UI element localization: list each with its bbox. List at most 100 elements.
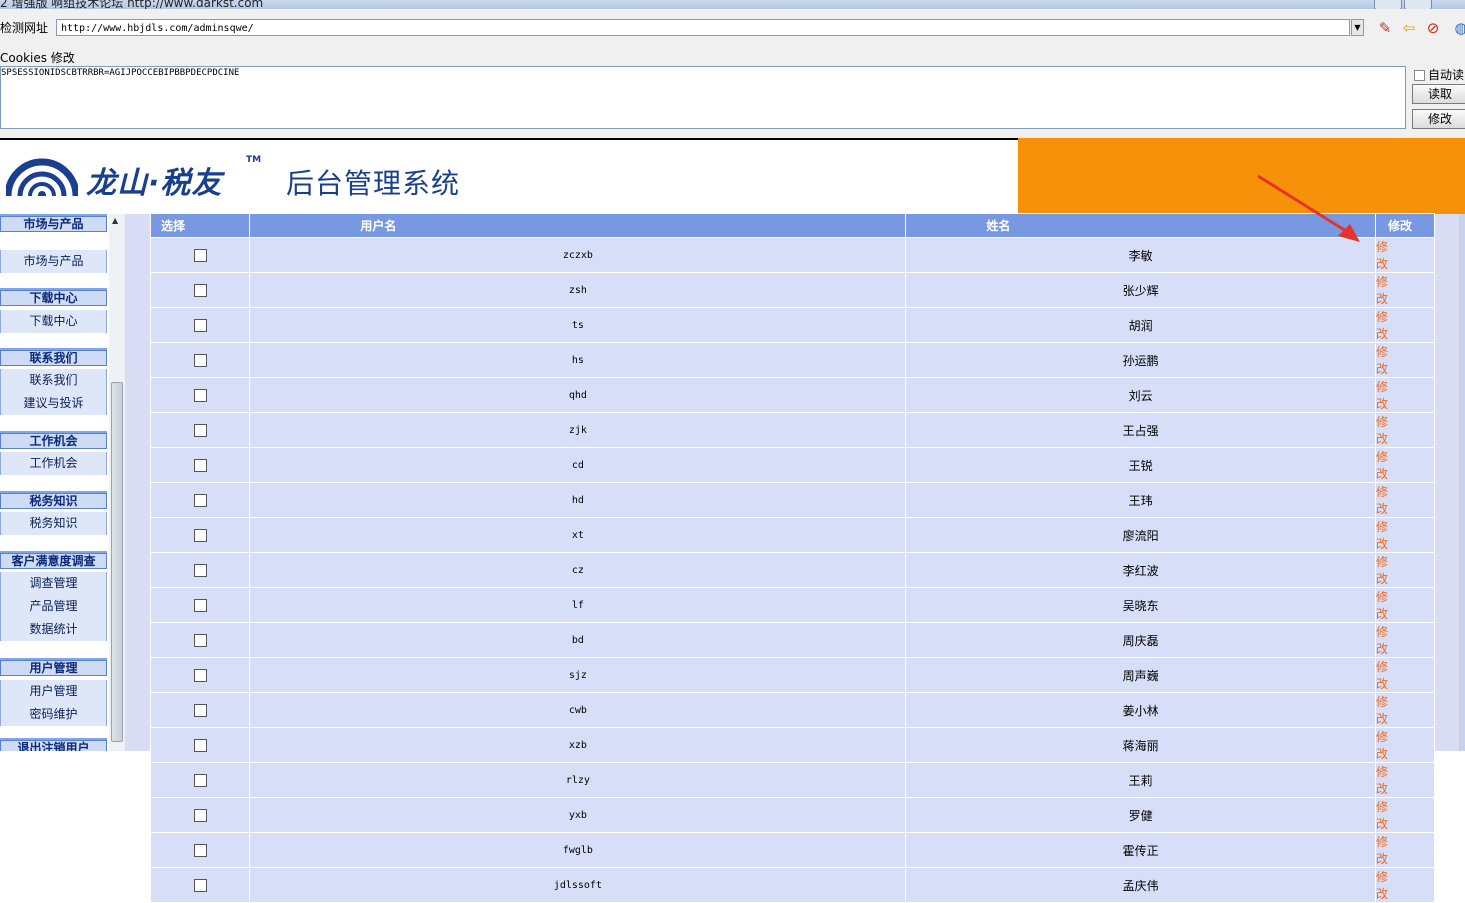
row-checkbox[interactable] [193, 354, 207, 367]
edit-link[interactable]: 修改 [1374, 692, 1436, 728]
scrollbar-thumb[interactable] [111, 382, 123, 742]
row-checkbox[interactable] [193, 879, 207, 892]
username-cell: fwglb [249, 832, 907, 868]
edit-link[interactable]: 修改 [1374, 237, 1436, 273]
menu-section-title[interactable]: 联系我们 [0, 350, 107, 366]
row-checkbox[interactable] [193, 389, 207, 402]
edit-link[interactable]: 修改 [1374, 307, 1436, 343]
url-label: 检测网址 [0, 21, 49, 35]
menu-section-title[interactable]: 税务知识 [0, 493, 107, 509]
menu-section-title[interactable]: 市场与产品 [0, 216, 107, 232]
window-title: 2 增强版 啊组技术论坛 http://www.darkst.com [0, 0, 264, 9]
window-title-bar: 2 增强版 啊组技术论坛 http://www.darkst.com [0, 0, 1465, 9]
row-checkbox[interactable] [193, 809, 207, 822]
menu-section-title[interactable]: 工作机会 [0, 433, 107, 449]
row-checkbox[interactable] [193, 739, 207, 752]
url-dropdown-button[interactable]: ▼ [1351, 19, 1364, 36]
row-checkbox[interactable] [193, 774, 207, 787]
edit-link[interactable]: 修改 [1374, 342, 1436, 378]
sidebar-item[interactable]: 工作机会 [0, 452, 107, 475]
trademark-mark: TM [246, 155, 262, 165]
sidebar-item[interactable]: 用户管理 [0, 680, 107, 703]
menu-section-header[interactable]: 用户管理 [0, 658, 107, 676]
row-checkbox[interactable] [193, 284, 207, 297]
sidebar-item[interactable]: 数据统计 [0, 618, 107, 641]
menu-section-header[interactable]: 下载中心 [0, 288, 107, 306]
page-scrollbar[interactable] [1459, 214, 1465, 751]
sidebar-item[interactable]: 建议与投诉 [0, 392, 107, 415]
url-input[interactable]: http://www.hbjdls.com/adminsqwe/ [56, 19, 1350, 36]
sidebar-item[interactable]: 市场与产品 [0, 250, 107, 273]
name-cell: 廖流阳 [905, 517, 1376, 553]
row-checkbox[interactable] [193, 424, 207, 437]
minimize-button[interactable] [1374, 0, 1402, 9]
back-arrow-icon[interactable]: ⇦ [1400, 19, 1418, 37]
stop-icon[interactable]: ⊘ [1424, 19, 1442, 37]
edit-link[interactable]: 修改 [1374, 377, 1436, 413]
edit-link[interactable]: 修改 [1374, 272, 1436, 308]
sidebar-item[interactable]: 调查管理 [0, 572, 107, 595]
row-checkbox[interactable] [193, 599, 207, 612]
edit-link[interactable]: 修改 [1374, 832, 1436, 868]
edit-link[interactable]: 修改 [1374, 517, 1436, 553]
sidebar-item[interactable]: 产品管理 [0, 595, 107, 618]
menu-section-title[interactable]: 用户管理 [0, 660, 107, 676]
sidebar-item[interactable]: 税务知识 [0, 512, 107, 535]
name-cell: 王锐 [905, 447, 1376, 483]
name-cell: 蒋海丽 [905, 727, 1376, 763]
row-checkbox[interactable] [193, 669, 207, 682]
menu-section-header[interactable]: 联系我们 [0, 348, 107, 366]
select-cell [149, 762, 251, 798]
edit-link[interactable]: 修改 [1374, 552, 1436, 588]
edit-link[interactable]: 修改 [1374, 447, 1436, 483]
table-row: cwb 姜小林 修改 [149, 692, 1436, 728]
sidebar-item[interactable]: 下载中心 [0, 310, 107, 333]
menu-section-header[interactable]: 市场与产品 [0, 214, 107, 232]
modify-cookie-button[interactable]: 修改 [1412, 109, 1465, 129]
menu-section-header[interactable]: 工作机会 [0, 431, 107, 449]
edit-link[interactable]: 修改 [1374, 762, 1436, 798]
row-checkbox[interactable] [193, 844, 207, 857]
name-cell: 王莉 [905, 762, 1376, 798]
row-checkbox[interactable] [193, 564, 207, 577]
globe-icon[interactable]: ◍ [1452, 19, 1465, 37]
edit-link[interactable]: 修改 [1374, 587, 1436, 623]
menu-scrollbar[interactable]: ▲ [109, 214, 125, 751]
username-cell: zczxb [249, 237, 907, 273]
edit-link[interactable]: 修改 [1374, 797, 1436, 833]
edit-link[interactable]: 修改 [1374, 482, 1436, 518]
scroll-up-icon[interactable]: ▲ [112, 216, 118, 225]
menu-section-title[interactable]: 退出注销用户 [0, 740, 107, 751]
cookie-label: Cookies 修改 [0, 51, 75, 65]
menu-section-title[interactable]: 客户满意度调查 [0, 553, 107, 569]
select-cell [149, 237, 251, 273]
name-cell: 霍传正 [905, 832, 1376, 868]
edit-link[interactable]: 修改 [1374, 622, 1436, 658]
menu-section-header[interactable]: 客户满意度调查 [0, 551, 107, 569]
menu-section-header[interactable]: 退出注销用户 [0, 738, 107, 751]
read-button[interactable]: 读取 [1412, 84, 1465, 104]
row-checkbox[interactable] [193, 459, 207, 472]
row-checkbox[interactable] [193, 704, 207, 717]
menu-section-title[interactable]: 下载中心 [0, 290, 107, 306]
maximize-button[interactable] [1404, 0, 1432, 9]
row-checkbox[interactable] [193, 494, 207, 507]
row-checkbox[interactable] [193, 634, 207, 647]
table-row: qhd 刘云 修改 [149, 377, 1436, 413]
edit-link[interactable]: 修改 [1374, 412, 1436, 448]
edit-link[interactable]: 修改 [1374, 727, 1436, 763]
menu-section-header[interactable]: 税务知识 [0, 491, 107, 509]
username-cell: cwb [249, 692, 907, 728]
cookie-textarea[interactable]: SPSESSIONIDSCBTRRBR=AGIJPOCCEBIPBBPDECPD… [0, 66, 1406, 129]
eraser-icon[interactable]: ✎ [1376, 19, 1394, 37]
row-checkbox[interactable] [193, 319, 207, 332]
row-checkbox[interactable] [193, 529, 207, 542]
edit-link[interactable]: 修改 [1374, 867, 1436, 903]
select-cell [149, 622, 251, 658]
checkbox-box[interactable] [1414, 70, 1425, 81]
sidebar-item[interactable]: 联系我们 [0, 369, 107, 392]
sidebar-item[interactable]: 密码维护 [0, 703, 107, 726]
row-checkbox[interactable] [193, 249, 207, 262]
edit-link[interactable]: 修改 [1374, 657, 1436, 693]
auto-read-checkbox[interactable]: 自动读 [1414, 66, 1464, 83]
